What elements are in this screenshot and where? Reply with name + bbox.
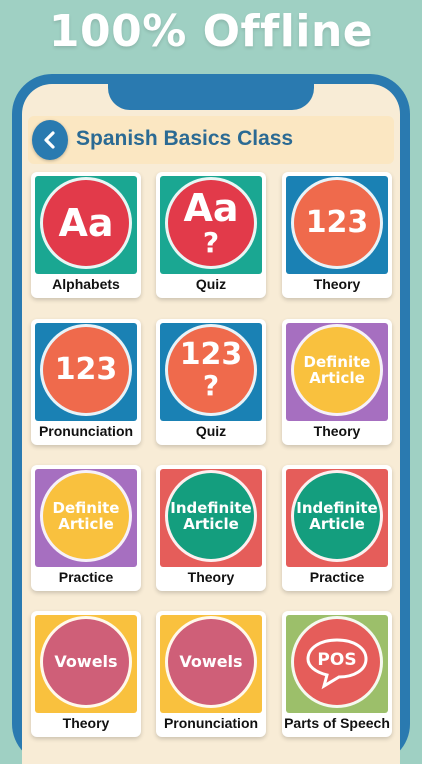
lesson-icon: Aa [43,180,129,266]
lesson-icon-text: Aa [183,186,239,230]
lesson-icon: POS [294,619,380,705]
lesson-icon: 123 [294,180,380,266]
lesson-card-image: Indefinite Article [286,469,388,567]
banner-headline: 100% Offline [48,6,374,57]
lesson-icon-text: Article [309,515,365,533]
lesson-card-image: Vowels [160,615,262,713]
lesson-card-label: Theory [313,423,361,439]
lesson-icon: Indefinite Article [168,473,254,559]
lesson-card-image: Aa [35,176,137,274]
lesson-card-image: 123? [160,323,262,421]
lesson-card-label: Quiz [195,423,227,439]
lesson-icon-text: 123 [305,205,369,240]
lesson-icon-text: Article [183,515,239,533]
lesson-card-label: Pronunciation [38,423,134,439]
lesson-card[interactable]: Indefinite Article Theory [156,465,266,591]
lesson-icon-text: Vowels [54,652,118,671]
lesson-icon: 123 [43,327,129,413]
lesson-card-image: Definite Article [286,323,388,421]
lesson-card-label: Alphabets [52,276,120,292]
chevron-left-icon [44,131,55,149]
lesson-icon-text: Indefinite [170,498,252,517]
lesson-card-label: Theory [187,569,235,585]
lesson-card[interactable]: Indefinite Article Practice [282,465,392,591]
lesson-icon: Definite Article [43,473,129,559]
lesson-icon: Vowels [43,619,129,705]
lesson-icon: Aa? [168,180,254,266]
lesson-icon-text: ? [202,226,220,259]
lesson-card[interactable]: Aa Alphabets [31,172,141,298]
lesson-card[interactable]: 123 Theory [282,172,392,298]
lesson-icon-text: Definite [52,498,120,517]
lesson-icon-text: Article [58,515,114,533]
lesson-card-image: 123 [286,176,388,274]
speech-bubble-icon: POS [306,638,368,690]
lesson-icon: 123? [168,327,254,413]
lesson-card-image: Vowels [35,615,137,713]
lesson-icon-text: 123 [54,352,118,387]
lesson-card-image: POS [286,615,388,713]
lesson-card-label: Theory [62,715,110,731]
lesson-card-image: 123 [35,323,137,421]
lesson-icon: Vowels [168,619,254,705]
lesson-icon-text: Article [309,369,365,387]
lesson-card-image: Definite Article [35,469,137,567]
lesson-card[interactable]: 123 Pronunciation [31,319,141,445]
lesson-card[interactable]: 123? Quiz [156,319,266,445]
lesson-card-label: Pronunciation [163,715,259,731]
lesson-card[interactable]: Aa? Quiz [156,172,266,298]
lesson-card[interactable]: Vowels Theory [31,611,141,737]
lesson-card[interactable]: Definite Article Theory [282,319,392,445]
lesson-icon-text: Indefinite [296,498,378,517]
lesson-card[interactable]: Definite Article Practice [31,465,141,591]
lesson-icon: Indefinite Article [294,473,380,559]
lesson-card-label: Practice [58,569,114,585]
lesson-icon-text: POS [317,650,356,670]
lesson-card-image: Indefinite Article [160,469,262,567]
lesson-icon-text: ? [202,369,220,402]
lesson-card[interactable]: Vowels Pronunciation [156,611,266,737]
lesson-icon-text: Aa [58,201,114,245]
lesson-card-label: Theory [313,276,361,292]
phone-notch [108,76,314,110]
lesson-card-label: Practice [309,569,365,585]
back-button[interactable] [32,120,68,160]
lesson-icon: Definite Article [294,327,380,413]
lesson-card-image: Aa? [160,176,262,274]
lesson-icon-text: Vowels [179,652,243,671]
page-title: Spanish Basics Class [76,127,294,150]
lesson-icon-text: Definite [303,352,371,371]
lesson-card-label: Quiz [195,276,227,292]
lesson-card-label: Parts of Speech [284,715,390,731]
lesson-card[interactable]: POS Parts of Speech [282,611,392,737]
lesson-icon-text: 123 [179,337,243,372]
